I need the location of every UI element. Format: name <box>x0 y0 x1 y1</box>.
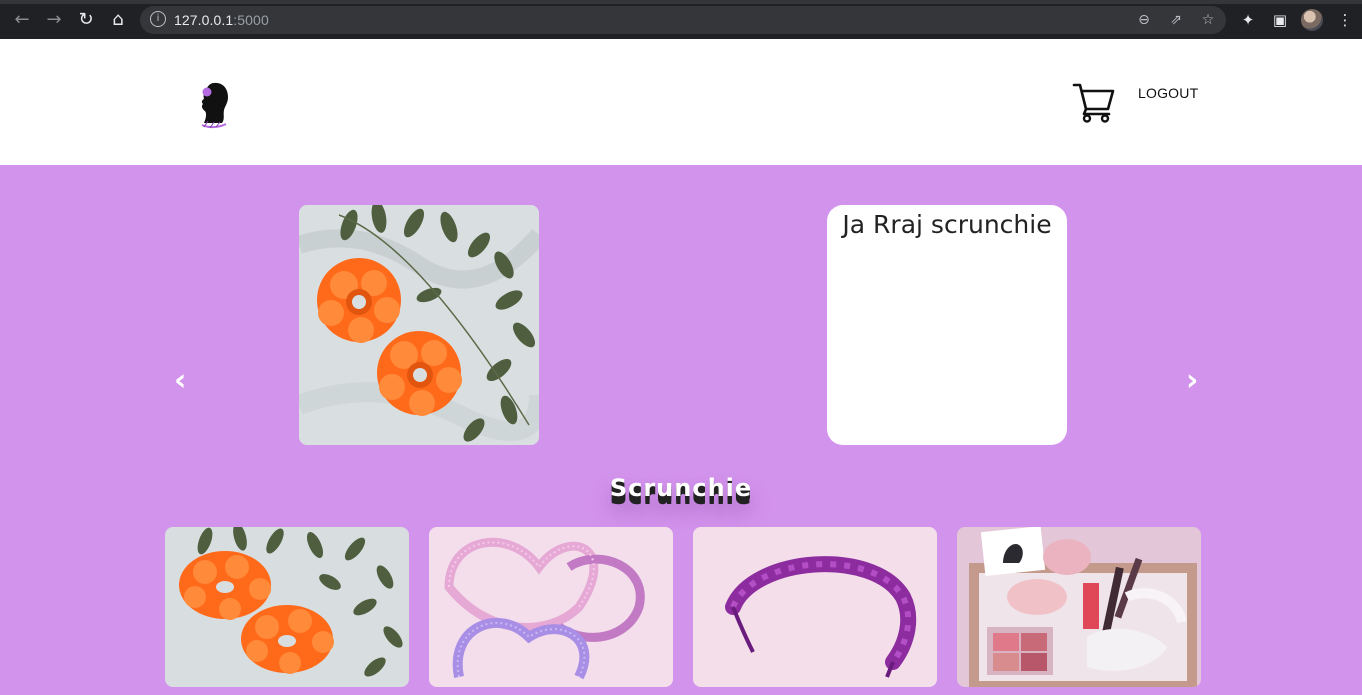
product-card[interactable] <box>957 527 1201 687</box>
pink-lilac-elastic-headbands-photo <box>429 527 673 687</box>
menu-icon[interactable]: ⋮ <box>1334 9 1356 31</box>
address-bar[interactable]: i 127.0.0.1:5000 ⊖ ⇗ ☆ <box>140 6 1226 34</box>
carousel-prev-button[interactable]: ‹ <box>174 366 186 396</box>
product-card[interactable] <box>165 527 409 687</box>
gift-box-photo <box>957 527 1201 687</box>
star-icon[interactable]: ☆ <box>1198 10 1218 30</box>
product-card[interactable] <box>693 527 937 687</box>
home-icon[interactable]: ⌂ <box>107 9 129 31</box>
info-icon[interactable]: i <box>150 11 166 27</box>
cart-icon[interactable] <box>1072 81 1116 123</box>
section-title: Scrunchie <box>609 474 753 502</box>
extensions-icon[interactable]: ✦ <box>1237 9 1259 31</box>
share-icon[interactable]: ⇗ <box>1166 10 1186 30</box>
purple-satin-headband-photo <box>693 527 937 687</box>
sidepanel-icon[interactable]: ▣ <box>1269 9 1291 31</box>
scrunchie-silhouette-logo[interactable] <box>192 79 234 131</box>
orange-scrunchies-photo <box>165 527 409 687</box>
zoom-icon[interactable]: ⊖ <box>1134 10 1154 30</box>
address-url[interactable]: 127.0.0.1:5000 <box>174 12 269 28</box>
back-icon[interactable]: ← <box>11 9 33 31</box>
site-header: LOGOUT <box>0 39 1362 165</box>
product-card[interactable] <box>429 527 673 687</box>
profile-avatar[interactable] <box>1301 9 1323 31</box>
forward-icon[interactable]: → <box>43 9 65 31</box>
tab-strip-edge <box>0 0 1362 4</box>
product-info-card: Ja Rraj scrunchie <box>827 205 1067 445</box>
product-title: Ja Rraj scrunchie <box>842 210 1052 239</box>
orange-scrunchies-photo[interactable] <box>299 205 539 445</box>
logout-link[interactable]: LOGOUT <box>1138 85 1198 101</box>
url-port: :5000 <box>233 12 269 28</box>
reload-icon[interactable]: ↻ <box>75 9 97 31</box>
url-host: 127.0.0.1 <box>174 12 234 28</box>
browser-toolbar: ← → ↻ ⌂ i 127.0.0.1:5000 ⊖ ⇗ ☆ ✦ ▣ ⋮ <box>0 0 1362 39</box>
carousel-next-button[interactable]: › <box>1186 366 1198 396</box>
